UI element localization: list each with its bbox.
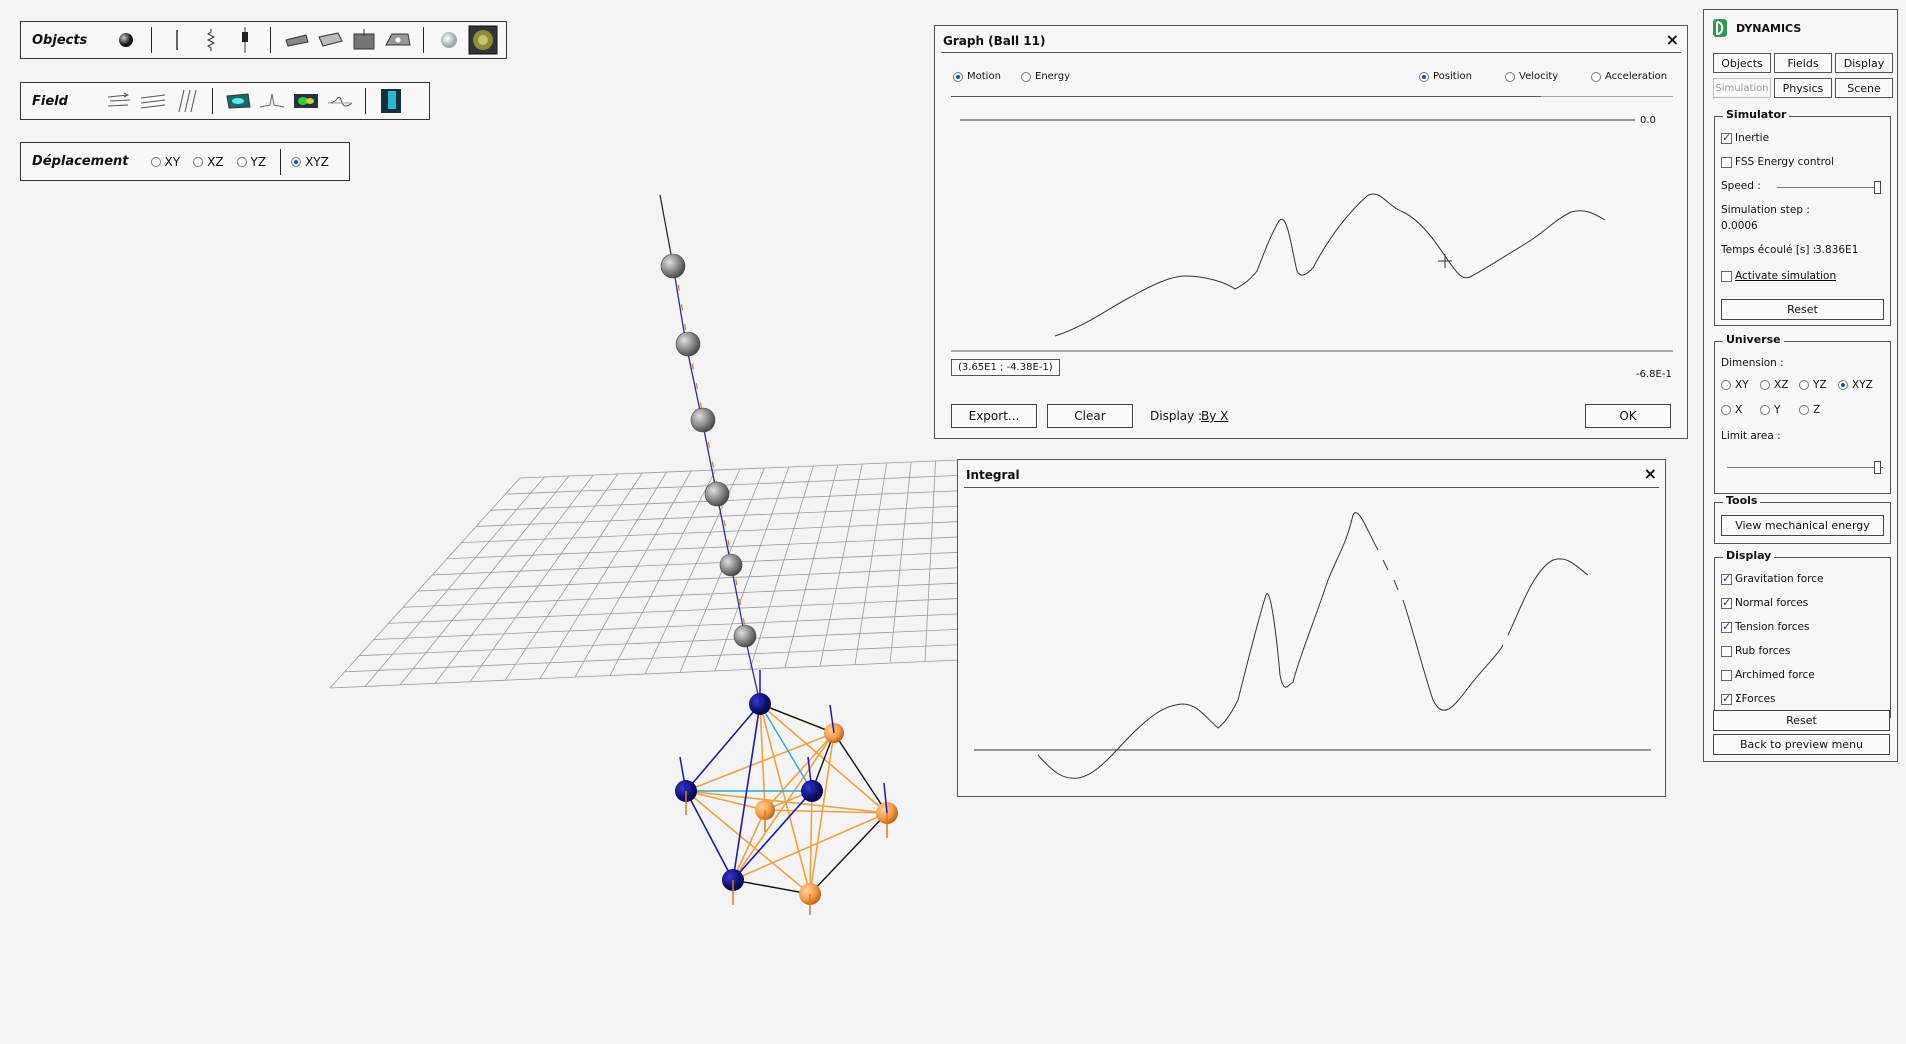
tab-fields[interactable]: Fields	[1774, 53, 1832, 73]
integral-plot	[974, 512, 1651, 779]
position-plot	[951, 96, 1673, 352]
acceleration-radio-option[interactable]: Acceleration	[1591, 71, 1667, 82]
acceleration-radio[interactable]	[1591, 71, 1601, 82]
coordinate-tooltip: (3.65E1 ; -4.38E-1)	[951, 359, 1060, 376]
graph-window: Graph (Ball 11) × Motion Energy Position…	[934, 25, 1688, 439]
dim-y-option[interactable]: Y	[1760, 404, 1780, 416]
motion-radio-option[interactable]: Motion	[953, 71, 1001, 82]
control-panel: DYNAMICS Objects Fields Display Simulati…	[1703, 9, 1898, 762]
gravitation-force-checkbox[interactable]: Gravitation force	[1721, 572, 1823, 585]
velocity-radio[interactable]	[1505, 71, 1515, 82]
app-header: DYNAMICS	[1712, 18, 1801, 38]
tools-group: Tools View mechanical energy	[1714, 494, 1891, 544]
app-name: DYNAMICS	[1736, 21, 1802, 35]
sigma-forces-checkbox[interactable]: ΣForces	[1721, 692, 1776, 705]
gray-ball	[733, 624, 757, 648]
energy-radio[interactable]	[1021, 71, 1031, 82]
speed-label: Speed :	[1721, 180, 1761, 192]
dim-yz-option[interactable]: YZ	[1799, 379, 1827, 391]
clear-button[interactable]: Clear	[1047, 404, 1133, 428]
view-mechanical-energy-button[interactable]: View mechanical energy	[1721, 515, 1884, 536]
dim-xy-option[interactable]: XY	[1721, 379, 1749, 391]
ball-lattice	[675, 693, 898, 905]
y-top-label: 0.0	[1640, 115, 1656, 126]
activate-simulation-checkbox[interactable]: Activate simulation	[1721, 270, 1836, 282]
temps-value: 3.836E1	[1815, 244, 1859, 256]
cursor-crosshair-icon	[1438, 254, 1452, 268]
tools-title: Tools	[1723, 494, 1761, 507]
universe-title: Universe	[1723, 333, 1784, 346]
graph-window-title: Graph (Ball 11)	[943, 34, 1046, 48]
dim-xyz-option[interactable]: XYZ	[1838, 379, 1873, 391]
dim-x-option[interactable]: X	[1721, 404, 1742, 416]
dim-z-option[interactable]: Z	[1799, 404, 1820, 416]
temps-label: Temps écoulé [s] :	[1721, 244, 1817, 256]
universe-group: Universe Dimension : XY XZ YZ XYZ X Y Z …	[1714, 333, 1891, 494]
tab-scene[interactable]: Scene	[1835, 78, 1893, 98]
normal-forces-checkbox[interactable]: Normal forces	[1721, 596, 1808, 609]
back-to-preview-menu-button[interactable]: Back to preview menu	[1713, 734, 1890, 755]
display-reset-button[interactable]: Reset	[1713, 710, 1890, 731]
gray-ball	[675, 331, 701, 357]
gray-ball	[719, 553, 743, 577]
display-by-x-link[interactable]: By X	[1201, 409, 1228, 423]
speed-slider-track[interactable]	[1777, 187, 1881, 188]
tab-objects[interactable]: Objects	[1713, 53, 1771, 73]
tension-forces-checkbox[interactable]: Tension forces	[1721, 620, 1809, 633]
export-button[interactable]: Export...	[951, 404, 1037, 428]
inertie-checkbox[interactable]: Inertie	[1721, 131, 1769, 144]
gray-ball	[690, 407, 716, 433]
dimension-label: Dimension :	[1721, 357, 1784, 369]
position-radio-option[interactable]: Position	[1419, 71, 1472, 82]
integral-curve	[1037, 512, 1379, 779]
simulation-step-value: 0.0006	[1721, 220, 1758, 232]
tab-physics[interactable]: Physics	[1774, 78, 1832, 98]
gray-ball	[660, 253, 686, 279]
position-curve	[1054, 193, 1606, 337]
gray-ball	[704, 481, 730, 507]
rub-forces-checkbox[interactable]: Rub forces	[1721, 645, 1790, 657]
simulator-reset-button[interactable]: Reset	[1721, 299, 1884, 320]
display-label: Display :	[1150, 409, 1203, 423]
simulator-group: Simulator Inertie FSS Energy control Spe…	[1714, 108, 1891, 326]
integral-window: Integral ×	[957, 459, 1666, 797]
limit-area-slider-thumb[interactable]	[1874, 461, 1881, 474]
energy-radio-option[interactable]: Energy	[1021, 71, 1070, 82]
title-divider	[941, 52, 1681, 53]
simulation-step-label: Simulation step :	[1721, 204, 1810, 216]
tab-display[interactable]: Display	[1835, 53, 1893, 73]
ground-grid	[329, 459, 961, 689]
motion-radio[interactable]	[953, 71, 963, 82]
dynamics-logo-icon	[1713, 19, 1727, 37]
dim-xz-option[interactable]: XZ	[1760, 379, 1788, 391]
display-group: Display Gravitation force Normal forces …	[1714, 549, 1891, 718]
archimed-force-checkbox[interactable]: Archimed force	[1721, 669, 1815, 681]
graph-close-icon[interactable]: ×	[1666, 32, 1679, 48]
tab-simulation[interactable]: Simulation	[1713, 78, 1771, 98]
y-bottom-label: -6.8E-1	[1636, 369, 1672, 380]
display-title: Display	[1723, 549, 1775, 562]
ok-button[interactable]: OK	[1585, 404, 1671, 428]
velocity-radio-option[interactable]: Velocity	[1505, 71, 1558, 82]
fss-checkbox[interactable]: FSS Energy control	[1721, 156, 1834, 168]
limit-area-label: Limit area :	[1721, 430, 1781, 442]
position-radio[interactable]	[1419, 71, 1429, 82]
limit-area-slider-track[interactable]	[1727, 467, 1883, 468]
speed-slider-thumb[interactable]	[1874, 181, 1881, 194]
simulator-title: Simulator	[1723, 108, 1790, 121]
